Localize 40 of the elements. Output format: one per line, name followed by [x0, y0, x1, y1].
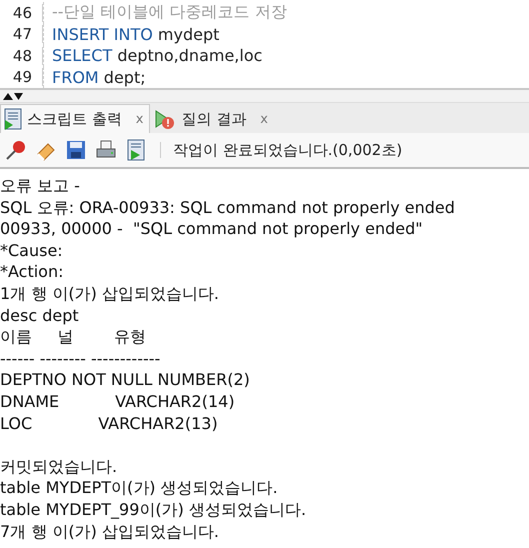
close-button[interactable]: x [136, 112, 144, 126]
save-button[interactable] [64, 138, 88, 162]
output-line: 1개 행 이(가) 삽입되었습니다. [0, 282, 220, 305]
splitter-arrows-icon[interactable] [2, 92, 24, 100]
code-text: dept; [102, 68, 146, 87]
tab-label: 스크립트 출력 [27, 110, 122, 128]
sql-keyword: INSERT INTO [52, 24, 153, 44]
sql-keyword: SELECT [52, 46, 112, 66]
line-number: 49 [0, 68, 43, 86]
output-line: table MYDEPT_99이(가) 생성되었습니다. [0, 498, 308, 520]
output-line: 이름 널 유형 [0, 326, 148, 348]
pin-icon [5, 139, 27, 161]
line-number: 47 [0, 25, 43, 44]
status-message: 작업이 완료되었습니다.(0,002초) [173, 140, 402, 160]
output-line: *Cause: [0, 240, 64, 262]
output-line: ------ -------- ------------ [0, 348, 162, 370]
output-line: 오류 보고 - [0, 175, 81, 197]
line-number: 48 [0, 46, 43, 65]
pin-button[interactable] [4, 138, 28, 162]
output-line: SQL 오류: ORA-00933: SQL command not properly ended [0, 196, 456, 218]
tab-label: 질의 결과 [181, 110, 246, 128]
script-icon [3, 108, 23, 130]
code-text: mydept [156, 24, 220, 44]
output-line: table MYDEPT이(가) 생성되었습니다. [0, 477, 279, 499]
output-line: *Action: [0, 261, 64, 283]
code-text: deptno,dname,loc [116, 46, 262, 66]
save-icon [66, 140, 86, 160]
tab[interactable]: 스크립트 출력 x [0, 104, 150, 133]
output-line: DEPTNO NOT NULL NUMBER(2) [0, 369, 251, 391]
sql-keyword: FROM [52, 68, 99, 87]
code-comment: --단일 테이블에 다중레코드 저장 [52, 2, 287, 24]
line-number: 46 [0, 4, 43, 22]
output-line: LOC VARCHAR2(13) [0, 412, 219, 434]
close-button[interactable]: x [260, 112, 268, 126]
output-line: 커밋되었습니다. [0, 456, 118, 478]
output-line: 00933, 00000 - "SQL command not properly ended" [0, 218, 424, 240]
output-line: 7개 행 이(가) 삽입되었습니다. [0, 520, 220, 542]
run-script-icon [126, 139, 146, 161]
output-line: DNAME VARCHAR2(14) [0, 390, 236, 413]
output-line: desc dept [0, 304, 80, 326]
